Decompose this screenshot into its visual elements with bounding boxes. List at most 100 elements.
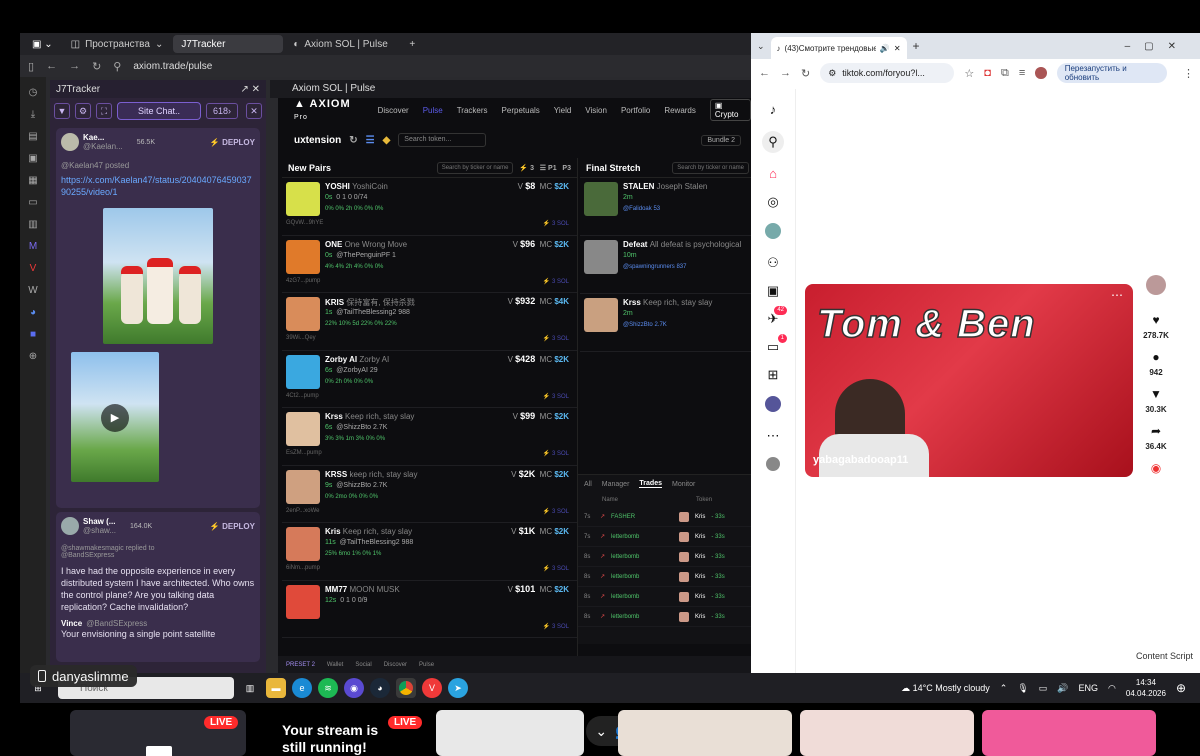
settings-icon[interactable]: ⚙ (75, 103, 91, 119)
vivaldi-logo-icon[interactable]: ▣ ⌄ (24, 35, 61, 53)
window-icon[interactable]: ▣ (27, 153, 39, 165)
friends-icon[interactable]: ⚇ (765, 256, 781, 270)
language-indicator[interactable]: ENG (1079, 683, 1099, 693)
puzzle-icon[interactable]: ⧉ (1001, 67, 1009, 80)
spotify-icon[interactable]: ≋ (318, 678, 338, 698)
app-icon[interactable]: ■ (27, 329, 39, 341)
maximize-icon[interactable]: ▢ (1144, 41, 1167, 52)
wifi-icon[interactable]: ◠ (1108, 683, 1116, 694)
tab-workspaces[interactable]: ◫ Пространства ⌄ (63, 35, 172, 53)
search-icon[interactable]: ⚲ (762, 131, 784, 153)
buy-button[interactable]: ⚡ 3 SOL (543, 623, 569, 630)
pair-row[interactable]: 4zG7...pump ONE One Wrong Move 0s @ThePe… (282, 236, 577, 293)
buy-button[interactable]: ⚡ 3 SOL (543, 508, 569, 515)
task-view-icon[interactable]: ▥ (240, 678, 260, 698)
video-player[interactable]: ⋯ Tom & Ben yabagabadooap11 (805, 284, 1133, 477)
tab-monitor[interactable]: Monitor (672, 481, 695, 488)
column-search-input[interactable]: Search by ticker or name (436, 161, 514, 174)
tray-overflow-icon[interactable]: ⌃ (1000, 683, 1008, 694)
microphone-icon[interactable]: 🎙 (1017, 683, 1028, 694)
calendar-icon[interactable]: ▥ (27, 219, 39, 231)
buy-button[interactable]: ⚡ 3 SOL (543, 220, 569, 227)
pair-row[interactable]: 4Ct2...pump Zorby AI Zorby AI 6s @ZorbyA… (282, 351, 577, 408)
profile-avatar[interactable] (1035, 67, 1047, 79)
back-icon[interactable]: ← (46, 60, 57, 72)
forward-icon[interactable]: → (780, 67, 791, 79)
tweet-link[interactable]: https://x.com/Kaelan47/status/2040407645… (61, 174, 255, 198)
nav-vision[interactable]: Vision (585, 106, 607, 115)
magnifier-icon[interactable]: ⊕ (1176, 681, 1186, 695)
messages-icon[interactable]: ✈ 42 (765, 306, 787, 326)
final-row[interactable]: Defeat All defeat is psychological 10m @… (580, 236, 751, 294)
tab-tiktok[interactable]: ♪ (43)Смотрите трендовые 🔊 ✕ (770, 37, 907, 59)
network-icon[interactable]: ▭ (1039, 683, 1048, 694)
pair-row[interactable]: 39Wi...Qey KRIS 保持富有, 保持杀戮 1s @TailTheBl… (282, 293, 577, 351)
deploy-button[interactable]: ⚡ DEPLOY (210, 522, 255, 531)
popout-icon[interactable]: ↗ (240, 84, 248, 95)
nav-pulse[interactable]: Pulse (423, 106, 443, 115)
nav-yield[interactable]: Yield (554, 106, 572, 115)
nav-portfolio[interactable]: Portfolio (621, 106, 650, 115)
trade-row[interactable]: 7s ↗ FASHER Kris - 33s (578, 507, 751, 527)
home-icon[interactable]: ⌂ (765, 167, 781, 181)
profile-avatar[interactable] (765, 396, 781, 415)
bundle-button[interactable]: Bundle 2 (701, 134, 741, 146)
pair-row[interactable]: 6iNm...pump Kris Keep rich, stay slay 11… (282, 523, 577, 581)
audio-icon[interactable]: 🔊 (880, 44, 890, 53)
tab-axiom[interactable]: ◐ Axiom SOL | Pulse (285, 35, 399, 53)
reload-icon[interactable]: ↻ (801, 67, 810, 80)
buy-button[interactable]: ⚡ 3 SOL (543, 565, 569, 572)
explore-icon[interactable]: ◎ (765, 195, 781, 209)
following-avatar[interactable] (765, 223, 781, 242)
sound-disc-icon[interactable]: ◉ (1151, 461, 1161, 475)
nav-discover[interactable]: Discover (378, 106, 409, 115)
vivaldi-icon[interactable]: V (27, 263, 39, 275)
share-icon[interactable]: ➦ (1151, 424, 1161, 438)
menu-icon[interactable]: ⋮ (1183, 67, 1194, 80)
media-icon[interactable]: ≡ (1019, 67, 1025, 79)
explorer-icon[interactable]: ▬ (266, 678, 286, 698)
steam-icon[interactable]: ◕ (370, 678, 390, 698)
axiom-logo[interactable]: ▲ AXIOM Pro (294, 98, 364, 122)
forward-icon[interactable]: → (69, 60, 80, 72)
stream-thumbnail[interactable] (800, 710, 974, 756)
stream-thumbnail[interactable] (436, 710, 584, 756)
url-field[interactable]: axiom.trade/pulse (133, 61, 212, 72)
volume-icon[interactable]: 🔊 (1057, 683, 1068, 694)
tab-all[interactable]: All (584, 481, 592, 488)
trade-row[interactable]: 8s ↗ letterbomb Kris - 33s (578, 607, 751, 627)
site-info-icon[interactable]: ⚙ (828, 68, 836, 79)
refresh-icon[interactable]: ↻ (349, 135, 357, 146)
stream-thumbnail[interactable]: LIVE (70, 710, 246, 756)
site-chat-button[interactable]: Site Chat.. (117, 102, 201, 120)
play-icon[interactable]: ▶ (101, 404, 129, 432)
relaunch-button[interactable]: Перезапустить и обновить (1056, 63, 1167, 83)
like-icon[interactable]: ♥ (1152, 313, 1159, 327)
tab-manager[interactable]: Manager (602, 481, 630, 488)
tab-trades[interactable]: Trades (639, 480, 662, 488)
crypto-button[interactable]: ▣ Crypto (709, 99, 751, 121)
column-search-input[interactable]: Search by ticker or name (672, 161, 749, 174)
vivaldi-icon[interactable]: V (422, 678, 442, 698)
back-icon[interactable]: ← (759, 67, 770, 79)
video-menu-icon[interactable]: ⋯ (1111, 288, 1123, 302)
new-tab-button[interactable]: + (913, 39, 920, 53)
bookmark-icon[interactable]: ▼ (1150, 387, 1162, 401)
chat-icon[interactable]: ◕ (27, 307, 39, 319)
address-bar[interactable]: ⚙ tiktok.com/foryou?l... (820, 63, 955, 83)
buy-button[interactable]: ⚡ 3 SOL (543, 335, 569, 342)
video-author[interactable]: yabagabadooap11 (813, 454, 908, 466)
tweet-video[interactable]: ▶ (71, 352, 159, 482)
friend-avatar[interactable] (765, 457, 781, 474)
downloads-icon[interactable]: ⤓ (27, 109, 39, 121)
social-button[interactable]: Social (355, 662, 371, 668)
minimize-icon[interactable]: – (1125, 41, 1145, 52)
add-panel-icon[interactable]: ⊕ (27, 351, 39, 363)
expand-icon[interactable]: ⛶ (96, 103, 112, 119)
trade-row[interactable]: 8s ↗ letterbomb Kris - 33s (578, 587, 751, 607)
trade-row[interactable]: 8s ↗ letterbomb Kris - 33s (578, 547, 751, 567)
nav-rewards[interactable]: Rewards (664, 106, 696, 115)
new-tab-button[interactable]: + (401, 35, 423, 53)
preset-label[interactable]: PRESET 2 (286, 662, 315, 668)
stream-thumbnail[interactable] (618, 710, 792, 756)
